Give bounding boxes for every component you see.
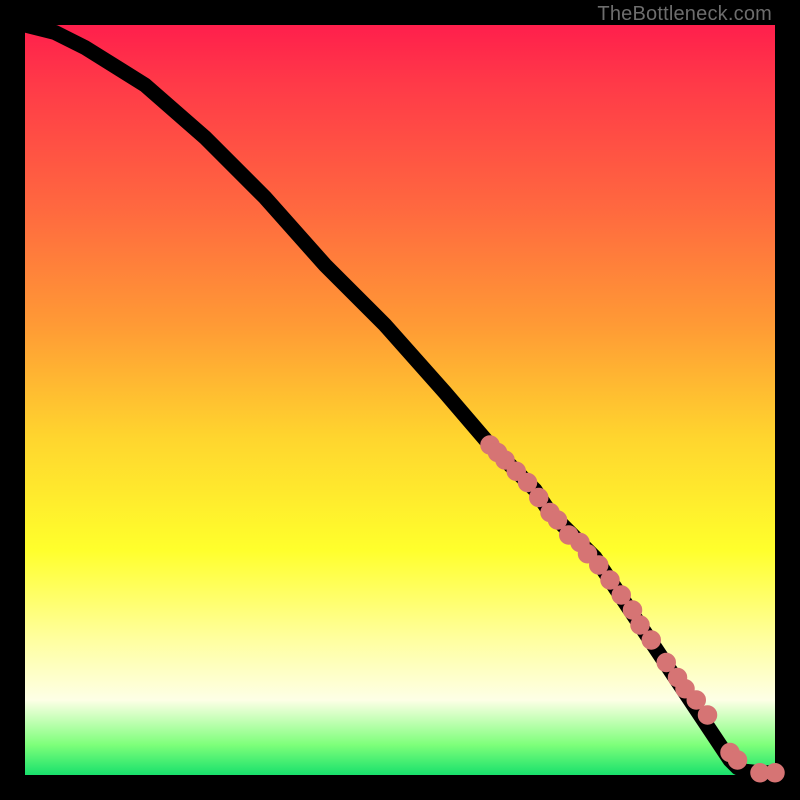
chart-stage: TheBottleneck.com: [0, 0, 800, 800]
curve-marker: [499, 454, 511, 466]
attribution-label: TheBottleneck.com: [597, 3, 772, 26]
curve-marker: [702, 709, 714, 721]
curve-marker: [593, 559, 605, 571]
curve-marker: [582, 548, 594, 560]
curve-marker: [769, 767, 781, 779]
curve-marker: [552, 514, 564, 526]
curve-marker: [522, 477, 534, 489]
curve-marker: [660, 657, 672, 669]
curve-marker: [627, 604, 639, 616]
curve-marker: [690, 694, 702, 706]
curve-marker: [604, 574, 616, 586]
chart-overlay: [25, 25, 775, 775]
curve-marker: [634, 619, 646, 631]
curve-marker: [645, 634, 657, 646]
curve-marker: [510, 465, 522, 477]
curve-marker: [533, 492, 545, 504]
curve-marker: [754, 767, 766, 779]
curve-marker: [732, 754, 744, 766]
marker-layer: [484, 439, 781, 779]
curve-marker: [679, 683, 691, 695]
curve-marker: [615, 589, 627, 601]
